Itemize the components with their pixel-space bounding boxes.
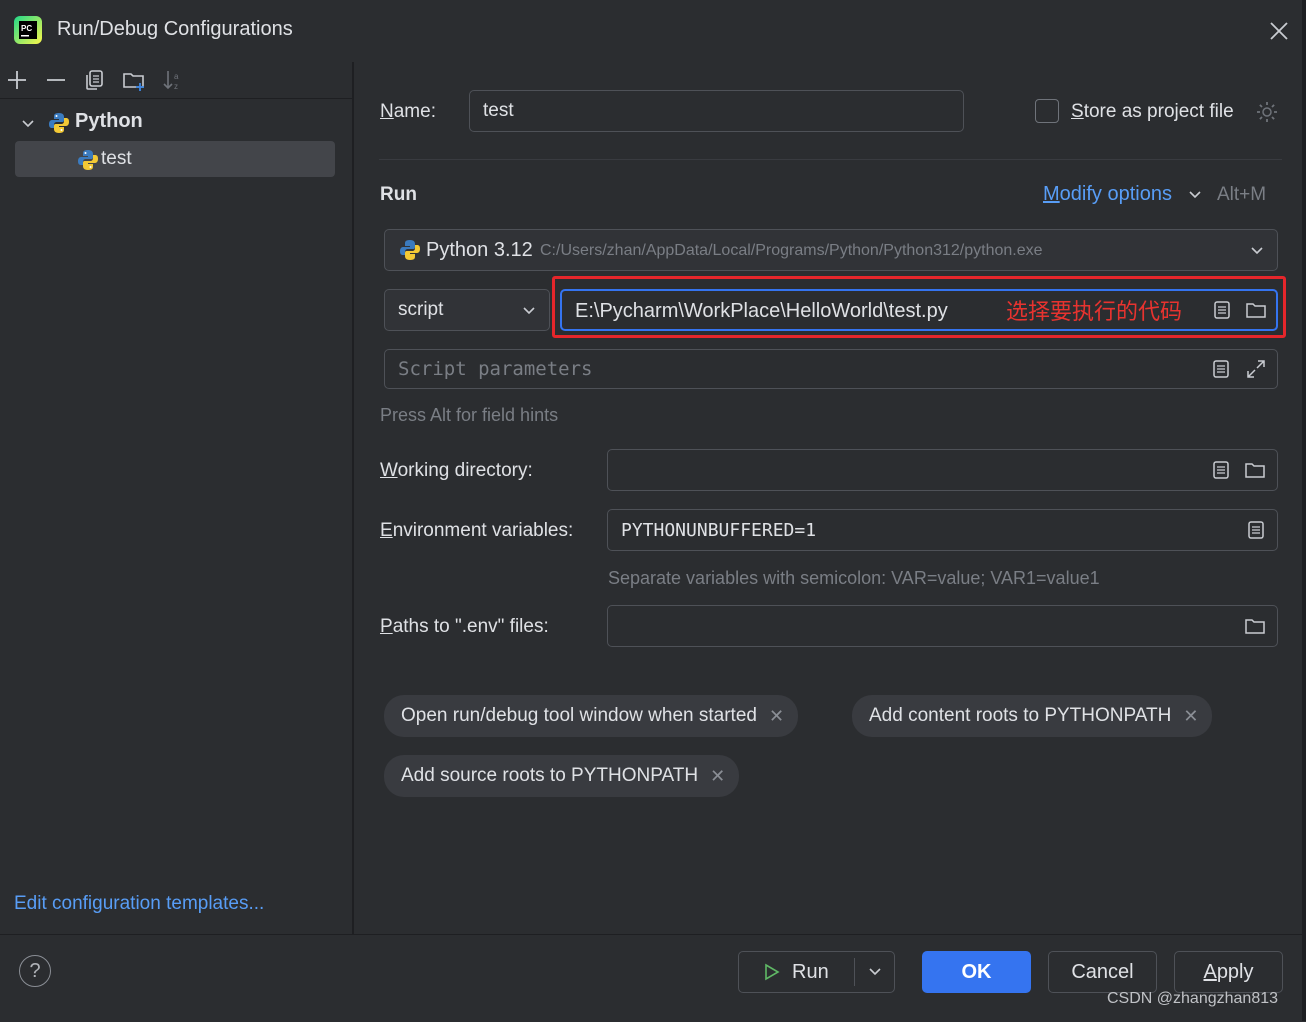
remove-icon[interactable] [43, 67, 69, 93]
list-icon[interactable] [1211, 359, 1231, 379]
script-params-placeholder: Script parameters [398, 358, 593, 380]
apply-button[interactable]: Apply [1174, 951, 1283, 993]
tree-item-test[interactable]: test [101, 148, 132, 170]
annotation-text: 选择要执行的代码 [1006, 300, 1183, 325]
env-label: Environment variables: [380, 520, 574, 541]
window-title: Run/Debug Configurations [57, 18, 293, 40]
close-icon[interactable]: ✕ [769, 706, 784, 727]
chip-open-tool-window[interactable]: Open run/debug tool window when started ✕ [384, 695, 799, 737]
interpreter-name: Python 3.12 [426, 239, 533, 261]
close-icon[interactable] [1266, 18, 1292, 44]
edit-templates-link[interactable]: Edit configuration templates... [14, 893, 264, 915]
env-hint: Separate variables with semicolon: VAR=v… [608, 568, 1100, 588]
modify-options-label: Modify options [1043, 183, 1172, 205]
script-mode-value: script [398, 299, 444, 320]
python-icon [78, 150, 98, 170]
expand-icon[interactable] [1245, 358, 1267, 380]
dotenv-label: Paths to ".env" files: [380, 616, 549, 637]
folder-add-icon[interactable] [121, 67, 147, 93]
modify-options-link[interactable]: Modify options [1043, 183, 1172, 206]
python-icon [49, 113, 69, 133]
chevron-down-icon[interactable] [867, 964, 883, 980]
name-input[interactable]: test [469, 90, 964, 132]
copy-icon[interactable] [82, 67, 108, 93]
list-icon[interactable] [1246, 520, 1266, 540]
chip-source-roots[interactable]: Add source roots to PYTHONPATH ✕ [384, 755, 740, 797]
chip-label: Open run/debug tool window when started [401, 705, 757, 726]
chevron-down-icon[interactable] [1187, 187, 1203, 203]
workdir-input[interactable] [607, 449, 1278, 491]
dotenv-input[interactable] [607, 605, 1278, 647]
chip-content-roots[interactable]: Add content roots to PYTHONPATH ✕ [852, 695, 1213, 737]
alt-hint: Press Alt for field hints [380, 405, 559, 425]
svg-text:a: a [174, 72, 179, 81]
workdir-label: Working directory: [380, 460, 533, 481]
ok-button[interactable]: OK [922, 951, 1031, 993]
chevron-down-icon[interactable] [1249, 243, 1265, 259]
store-project-label[interactable]: Store as project file [1071, 101, 1234, 123]
config-tree-panel [0, 62, 352, 934]
split-divider [853, 958, 855, 986]
name-label-rest: ame: [393, 101, 436, 122]
help-icon[interactable]: ? [19, 955, 51, 987]
sort-icon[interactable]: a z [160, 67, 186, 93]
env-value: PYTHONUNBUFFERED=1 [621, 520, 817, 541]
play-icon [765, 963, 780, 981]
folder-icon[interactable] [1244, 616, 1266, 636]
toolbar-separator [0, 98, 352, 99]
script-params-input[interactable]: Script parameters [384, 349, 1278, 389]
store-project-checkbox[interactable] [1035, 99, 1059, 123]
svg-text:z: z [174, 82, 178, 91]
run-split-button[interactable]: Run [738, 951, 895, 993]
env-input[interactable]: PYTHONUNBUFFERED=1 [607, 509, 1278, 551]
gear-icon[interactable] [1255, 100, 1279, 124]
watermark: CSDN @zhangzhan813 [1107, 990, 1279, 1007]
chevron-down-icon[interactable] [20, 116, 36, 132]
chevron-down-icon[interactable] [521, 303, 537, 319]
svg-text:PC: PC [21, 24, 32, 33]
script-mode-select[interactable]: script [384, 289, 550, 331]
close-icon[interactable]: ✕ [710, 766, 725, 787]
name-label: Name: [380, 101, 436, 122]
pycharm-logo-icon: PC [14, 16, 42, 44]
window-edge [1302, 0, 1306, 1021]
interpreter-select[interactable]: Python 3.12 C:/Users/zhan/AppData/Local/… [384, 229, 1278, 271]
interpreter-path: C:/Users/zhan/AppData/Local/Programs/Pyt… [540, 242, 1043, 259]
folder-icon[interactable] [1244, 460, 1266, 480]
list-icon[interactable] [1211, 460, 1231, 480]
chip-label: Add source roots to PYTHONPATH [401, 765, 699, 786]
run-button-label: Run [792, 960, 829, 983]
name-input-value: test [483, 100, 514, 121]
tree-item-selected[interactable] [15, 141, 335, 177]
cancel-button[interactable]: Cancel [1048, 951, 1157, 993]
close-icon[interactable]: ✕ [1183, 706, 1198, 727]
run-heading: Run [380, 184, 417, 205]
add-icon[interactable] [4, 67, 30, 93]
python-icon [400, 240, 420, 260]
form-separator [379, 159, 1282, 160]
tree-group-python[interactable]: Python [75, 110, 143, 138]
chip-label: Add content roots to PYTHONPATH [869, 705, 1172, 726]
modify-shortcut: Alt+M [1217, 184, 1267, 205]
